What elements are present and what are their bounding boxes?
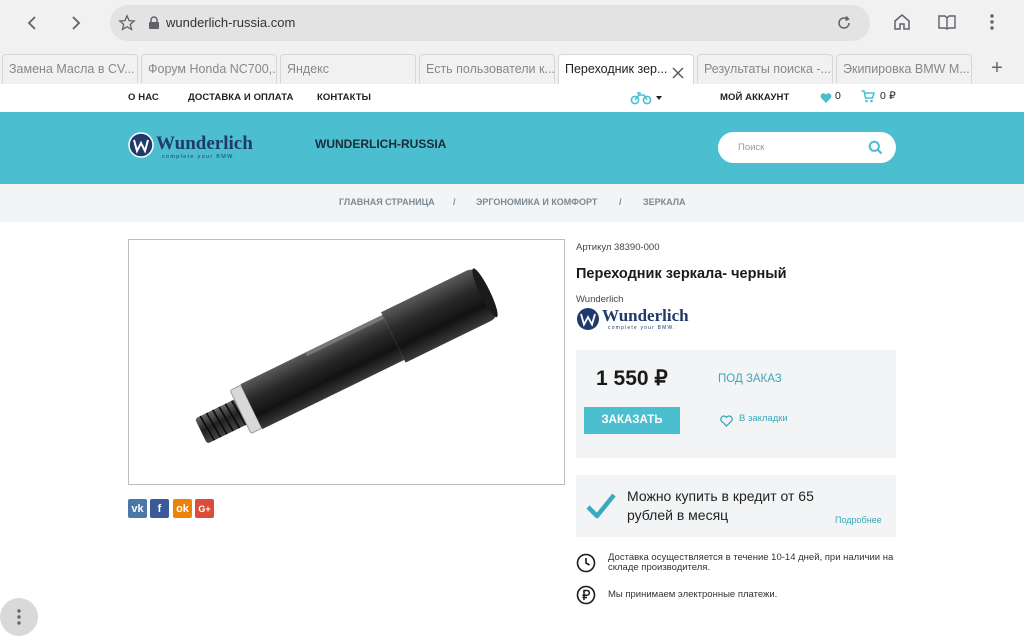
new-tab-button[interactable]: + xyxy=(982,56,1012,82)
order-button[interactable]: ЗАКАЗАТЬ xyxy=(584,407,680,434)
back-icon[interactable] xyxy=(18,9,46,37)
site-name[interactable]: WUNDERLICH-RUSSIA xyxy=(315,137,446,151)
google-plus-icon[interactable]: G+ xyxy=(195,499,214,518)
browser-tab[interactable]: Экипировка BMW M... xyxy=(836,54,972,83)
svg-text:Wunderlich: Wunderlich xyxy=(156,133,253,154)
my-account-link[interactable]: МОЙ АККАУНТ xyxy=(720,92,789,103)
reload-icon[interactable] xyxy=(836,15,852,31)
breadcrumb: ГЛАВНАЯ СТРАНИЦА / ЭРГОНОМИКА И КОМФОРТ … xyxy=(0,184,1024,222)
tab-title: Результаты поиска -... xyxy=(704,62,832,76)
svg-text:complete your BMW.: complete your BMW. xyxy=(608,325,676,331)
search-icon[interactable] xyxy=(868,140,883,155)
breadcrumb-ergonomics[interactable]: ЭРГОНОМИКА И КОМФОРТ xyxy=(476,197,597,207)
checkmark-icon xyxy=(586,492,616,520)
credit-details-link[interactable]: Подробнее xyxy=(835,515,882,525)
breadcrumb-separator: / xyxy=(619,197,622,207)
tab-strip: Замена Масла в CV... Форум Honda NC700,.… xyxy=(0,54,1024,84)
tab-title: Есть пользователи к... xyxy=(426,62,555,76)
breadcrumb-mirrors[interactable]: ЗЕРКАЛА xyxy=(643,197,686,207)
browser-tab[interactable]: Замена Масла в CV... xyxy=(2,54,138,83)
cart-icon[interactable] xyxy=(861,90,876,103)
price-panel: 1 550 ₽ ПОД ЗАКАЗ ЗАКАЗАТЬ В закладки xyxy=(576,350,896,458)
heart-outline-icon[interactable] xyxy=(720,414,733,432)
url-text[interactable]: wunderlich-russia.com xyxy=(166,15,295,30)
product-sku: Артикул 38390-000 xyxy=(576,242,660,253)
browser-chrome: wunderlich-russia.com Замена Масла в CV.… xyxy=(0,0,1024,84)
odnoklassniki-icon[interactable]: ok xyxy=(173,499,192,518)
tab-title: Замена Масла в CV... xyxy=(9,62,135,76)
svg-text:Wunderlich: Wunderlich xyxy=(602,306,689,325)
wunderlich-logo[interactable]: Wunderlich complete your BMW. xyxy=(128,130,258,169)
breadcrumb-home[interactable]: ГЛАВНАЯ СТРАНИЦА xyxy=(339,197,435,207)
menu-icon[interactable] xyxy=(982,12,1002,32)
site-top-bar: О НАС ДОСТАВКА И ОПЛАТА КОНТАКТЫ МОЙ АКК… xyxy=(0,84,1024,112)
more-vertical-icon xyxy=(17,609,21,625)
forward-icon[interactable] xyxy=(62,9,90,37)
search-input[interactable]: Поиск xyxy=(738,142,764,153)
tab-title: Яндекс xyxy=(287,62,330,76)
availability-status: ПОД ЗАКАЗ xyxy=(718,373,782,385)
breadcrumb-separator: / xyxy=(453,197,456,207)
cart-total[interactable]: 0 ₽ xyxy=(880,90,896,102)
browser-tab[interactable]: Яндекс xyxy=(280,54,416,83)
address-bar[interactable]: wunderlich-russia.com xyxy=(110,5,870,41)
tab-title: Экипировка BMW M... xyxy=(843,62,970,76)
facebook-icon[interactable]: f xyxy=(150,499,169,518)
brand-logo[interactable]: Wunderlich complete your BMW. xyxy=(576,305,698,338)
tab-title: Форум Honda NC700,... xyxy=(148,62,277,76)
close-tab-icon[interactable] xyxy=(671,62,685,79)
motorcycle-selector[interactable] xyxy=(630,91,664,105)
clock-icon xyxy=(576,553,596,573)
motorcycle-icon xyxy=(630,92,662,105)
site-header: Wunderlich complete your BMW. WUNDERLICH… xyxy=(0,112,1024,184)
browser-tab[interactable]: Результаты поиска -... xyxy=(697,54,833,83)
payment-info: Мы принимаем электронные платежи. xyxy=(608,589,778,600)
floating-menu-button[interactable] xyxy=(0,598,38,636)
home-icon[interactable] xyxy=(892,12,912,32)
product-image[interactable] xyxy=(128,239,565,485)
ruble-icon xyxy=(576,585,596,605)
add-to-bookmarks-link[interactable]: В закладки xyxy=(739,413,788,424)
delivery-link[interactable]: ДОСТАВКА И ОПЛАТА xyxy=(188,92,294,103)
browser-tab-active[interactable]: Переходник зер... xyxy=(558,54,694,84)
delivery-info: Доставка осуществляется в течение 10-14 … xyxy=(608,552,894,573)
tab-title: Переходник зер... xyxy=(565,62,668,76)
browser-tab[interactable]: Форум Honda NC700,... xyxy=(141,54,277,83)
credit-panel: Можно купить в кредит от 65 рублей в мес… xyxy=(576,475,896,537)
lock-icon xyxy=(148,16,160,30)
reading-mode-icon[interactable] xyxy=(937,12,957,32)
star-icon[interactable] xyxy=(118,14,136,32)
contacts-link[interactable]: КОНТАКТЫ xyxy=(317,92,371,103)
product-title: Переходник зеркала- черный xyxy=(576,266,787,282)
credit-offer-text: Можно купить в кредит от 65 рублей в мес… xyxy=(627,488,814,523)
vk-icon[interactable]: vk xyxy=(128,499,147,518)
about-link[interactable]: О НАС xyxy=(128,92,159,103)
product-price: 1 550 ₽ xyxy=(596,367,668,390)
svg-text:complete your BMW.: complete your BMW. xyxy=(162,154,236,160)
search-box[interactable]: Поиск xyxy=(718,132,896,163)
product-brand[interactable]: Wunderlich xyxy=(576,294,623,305)
wishlist-count[interactable]: 0 xyxy=(835,90,841,102)
heart-icon[interactable] xyxy=(820,91,832,103)
browser-tab[interactable]: Есть пользователи к... xyxy=(419,54,555,83)
